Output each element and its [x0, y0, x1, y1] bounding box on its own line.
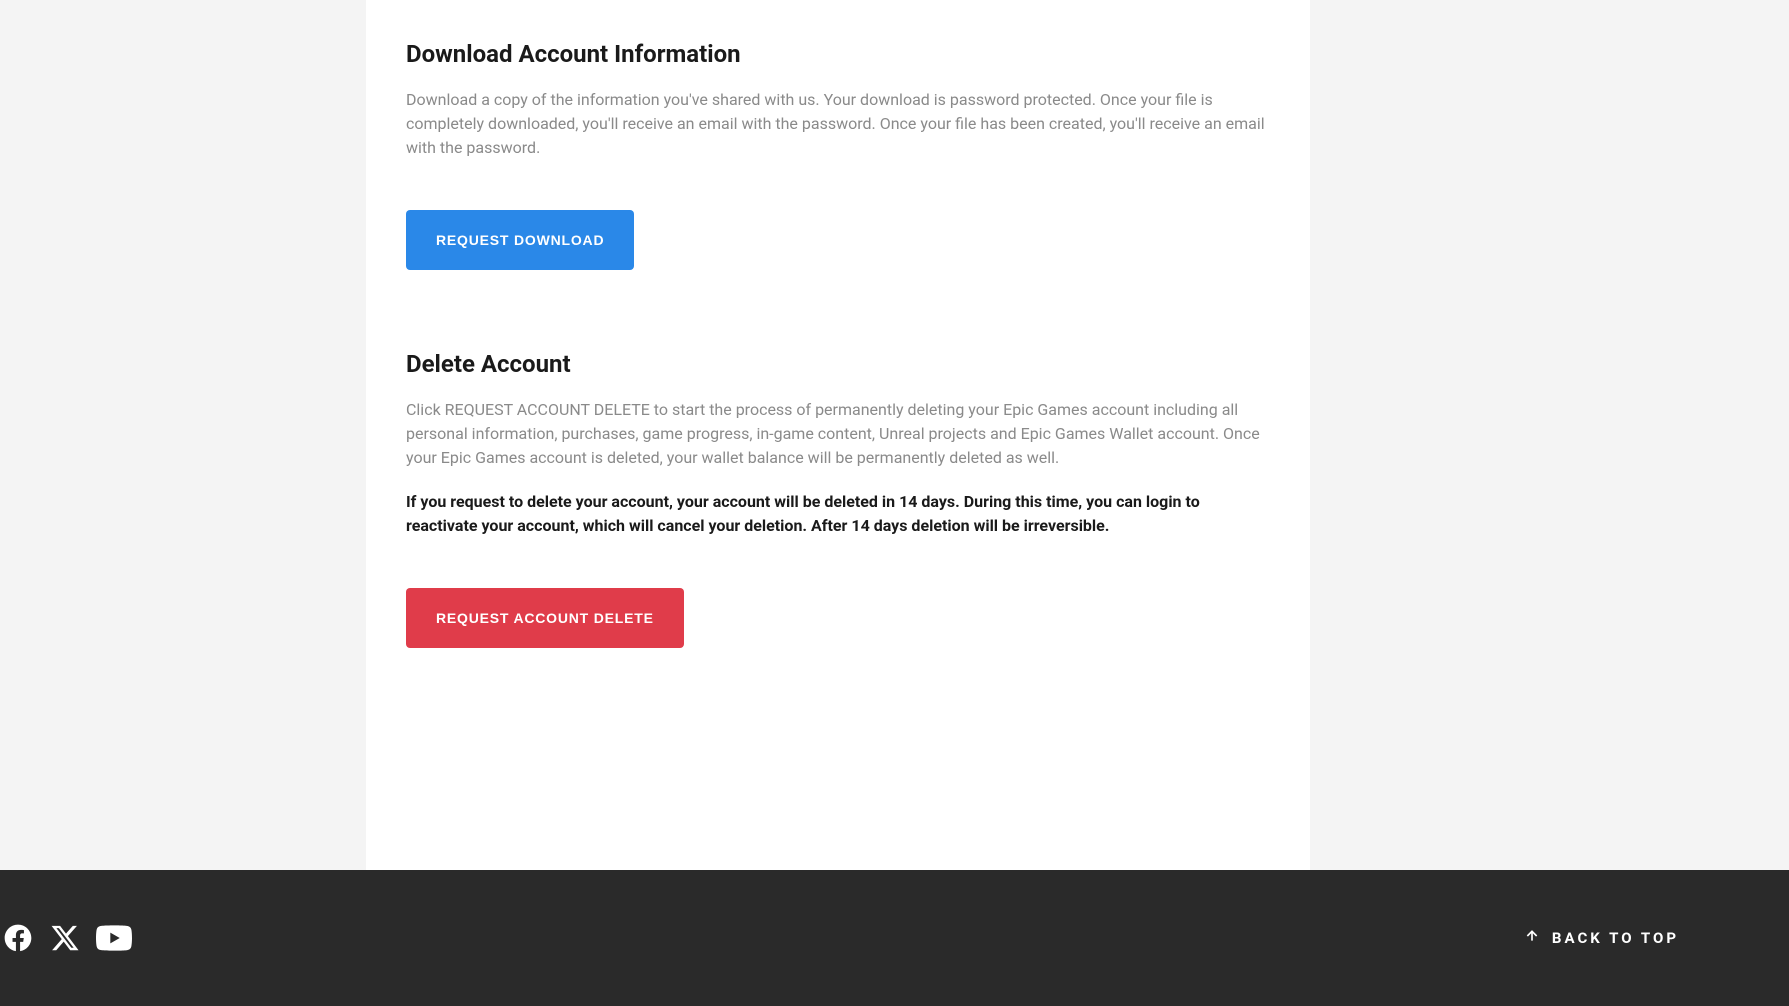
delete-section-heading: Delete Account: [406, 350, 1270, 378]
arrow-up-icon: [1524, 928, 1540, 948]
request-download-button[interactable]: REQUEST DOWNLOAD: [406, 210, 634, 270]
back-to-top-button[interactable]: BACK TO TOP: [1524, 928, 1789, 948]
page-container: Download Account Information Download a …: [0, 0, 1789, 870]
delete-section-description: Click REQUEST ACCOUNT DELETE to start th…: [406, 398, 1270, 470]
delete-section-warning: If you request to delete your account, y…: [406, 490, 1270, 538]
back-to-top-label: BACK TO TOP: [1552, 929, 1679, 947]
youtube-icon[interactable]: [96, 920, 132, 956]
download-section: Download Account Information Download a …: [406, 40, 1270, 270]
footer: BACK TO TOP: [0, 870, 1789, 1006]
content-card: Download Account Information Download a …: [366, 0, 1310, 870]
x-twitter-icon[interactable]: [50, 923, 80, 953]
download-section-heading: Download Account Information: [406, 40, 1270, 68]
download-section-description: Download a copy of the information you'v…: [406, 88, 1270, 160]
request-account-delete-button[interactable]: REQUEST ACCOUNT DELETE: [406, 588, 684, 648]
delete-section: Delete Account Click REQUEST ACCOUNT DEL…: [406, 350, 1270, 648]
facebook-icon[interactable]: [2, 922, 34, 954]
footer-social-links: [0, 920, 132, 956]
